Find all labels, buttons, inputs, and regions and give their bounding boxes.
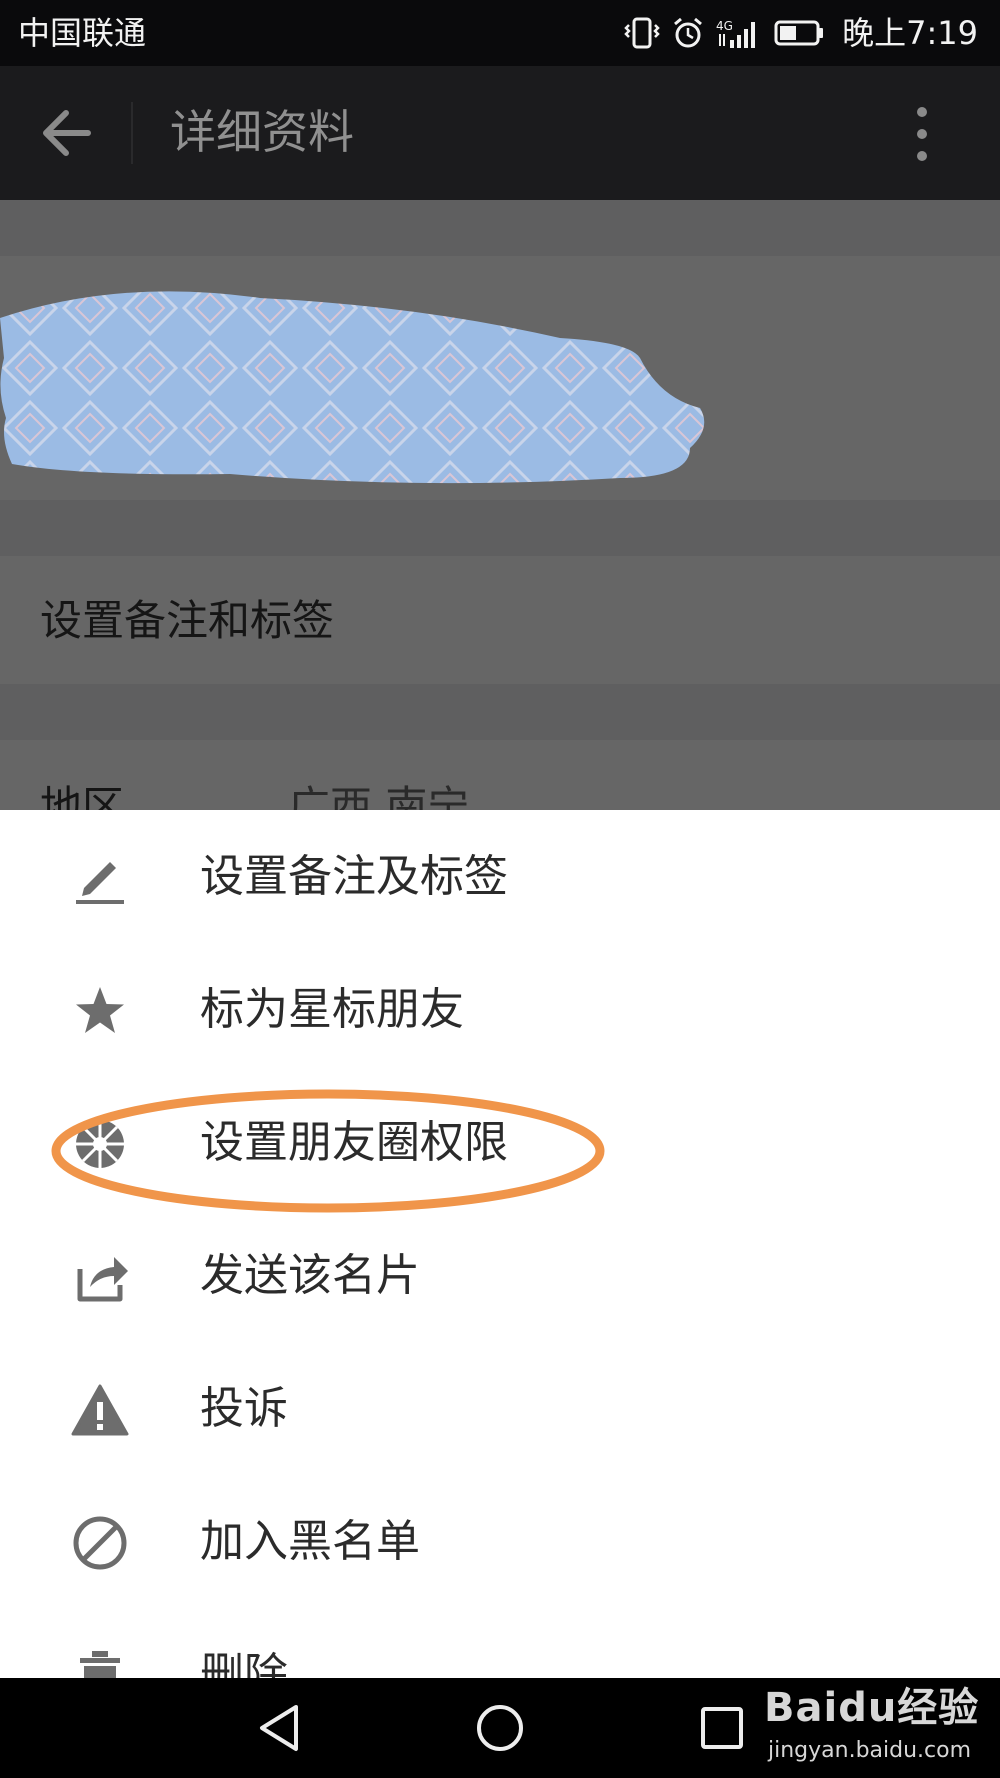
menu-item-star-friend[interactable]: 标为星标朋友 xyxy=(0,943,1000,1076)
nav-back-button[interactable] xyxy=(244,1698,314,1758)
app-bar: 详细资料 xyxy=(0,66,1000,200)
watermark-brand: Baidu经验 xyxy=(764,1685,980,1731)
remark-row-label: 设置备注和标签 xyxy=(40,596,335,645)
block-icon xyxy=(66,1511,134,1575)
status-bar: 中国联通 4G 晚上7:19 xyxy=(0,0,1000,66)
alarm-icon xyxy=(674,17,703,48)
back-button[interactable] xyxy=(30,98,104,168)
baidu-jingyan-watermark: Baidu经验 jingyan.baidu.com xyxy=(764,1684,984,1774)
menu-item-report[interactable]: 投诉 xyxy=(0,1342,1000,1475)
region-row: 地区 广西 南宁 xyxy=(0,740,1000,810)
menu-item-label: 加入黑名单 xyxy=(200,1516,420,1567)
menu-item-moments-permission[interactable]: 设置朋友圈权限 xyxy=(0,1076,1000,1209)
region-label: 地区 xyxy=(40,782,125,810)
action-sheet: 设置备注及标签 标为星标朋友 设置朋友圈权限 发送该名片 投诉 加入黑名单 删除 xyxy=(0,810,1000,1678)
menu-item-set-remark[interactable]: 设置备注及标签 xyxy=(0,810,1000,943)
signal-icon: 4G xyxy=(716,19,756,48)
menu-item-blacklist[interactable]: 加入黑名单 xyxy=(0,1475,1000,1608)
back-triangle-icon xyxy=(260,1705,298,1751)
vibrate-icon xyxy=(624,17,660,49)
status-icons: 4G 晚上7:19 xyxy=(624,12,978,54)
share-icon xyxy=(66,1245,134,1309)
home-circle-icon xyxy=(477,1705,523,1751)
arrow-left-icon xyxy=(43,110,91,156)
pencil-icon xyxy=(66,846,134,910)
profile-card xyxy=(0,256,1000,500)
nav-recents-button[interactable] xyxy=(687,1698,757,1758)
menu-item-label: 标为星标朋友 xyxy=(200,984,464,1035)
remark-row: 设置备注和标签 xyxy=(0,556,1000,684)
svg-text:4G: 4G xyxy=(716,19,733,33)
menu-item-send-card[interactable]: 发送该名片 xyxy=(0,1209,1000,1342)
warning-icon xyxy=(66,1378,134,1442)
recents-square-icon xyxy=(701,1707,743,1749)
nav-home-button[interactable] xyxy=(465,1698,535,1758)
trash-icon xyxy=(66,1644,134,1678)
menu-item-label: 删除 xyxy=(200,1649,288,1678)
watermark-url: jingyan.baidu.com xyxy=(768,1738,972,1763)
more-options-button[interactable] xyxy=(900,102,944,166)
battery-icon xyxy=(774,20,824,46)
redaction-scribble xyxy=(0,291,705,484)
status-time: 晚上7:19 xyxy=(842,14,978,52)
menu-item-label: 设置朋友圈权限 xyxy=(200,1117,508,1168)
app-bar-divider xyxy=(131,102,133,164)
star-icon xyxy=(66,979,134,1043)
menu-item-delete[interactable]: 删除 xyxy=(0,1608,1000,1678)
profile-content-dimmed: 设置备注和标签 地区 广西 南宁 xyxy=(0,200,1000,810)
page-title: 详细资料 xyxy=(170,105,354,159)
menu-item-label: 发送该名片 xyxy=(200,1250,420,1301)
region-value: 广西 南宁 xyxy=(288,782,470,810)
carrier-name: 中国联通 xyxy=(18,14,147,52)
menu-item-label: 投诉 xyxy=(200,1383,288,1434)
more-vertical-icon xyxy=(917,107,927,161)
moments-aperture-icon xyxy=(66,1112,134,1176)
menu-item-label: 设置备注及标签 xyxy=(200,851,508,902)
navigation-bar: Baidu经验 jingyan.baidu.com xyxy=(0,1678,1000,1778)
